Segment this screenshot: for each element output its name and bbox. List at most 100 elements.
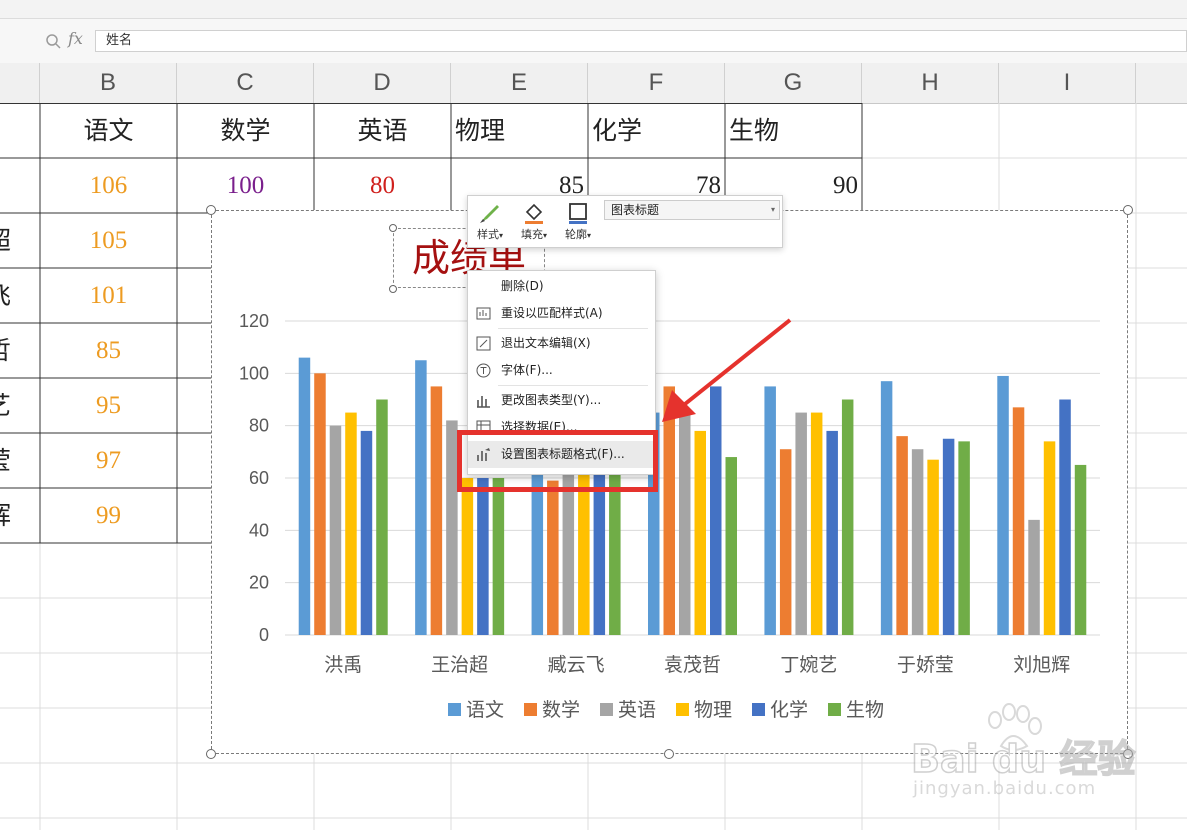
legend-label: 数学 <box>542 699 580 721</box>
bar <box>795 412 807 635</box>
column-header[interactable]: G <box>725 63 862 103</box>
name-cell-fragment[interactable]: 艺 <box>0 378 40 433</box>
bar <box>810 412 823 635</box>
fx-label: fx <box>68 29 83 48</box>
toolbar-strip <box>0 0 1187 19</box>
bar <box>1043 441 1056 635</box>
bar <box>1059 399 1071 635</box>
score-cell[interactable]: 97 <box>40 433 177 488</box>
y-tick-label: 60 <box>249 468 269 488</box>
legend-swatch <box>600 703 613 716</box>
x-tick-label: 王治超 <box>431 654 488 676</box>
name-cell-fragment[interactable]: 超 <box>0 213 40 268</box>
menu-item-exit-text-edit[interactable]: 退出文本编辑(X) <box>468 330 655 357</box>
bar <box>841 399 854 635</box>
menu-separator <box>498 385 648 386</box>
y-tick-label: 80 <box>249 416 269 436</box>
bar <box>477 478 489 635</box>
name-cell-fragment[interactable]: 哲 <box>0 323 40 378</box>
header-cell[interactable]: 化学 <box>592 103 725 158</box>
exit-edit-icon <box>476 336 491 351</box>
score-cell[interactable]: 80 <box>314 158 451 213</box>
outline-button[interactable]: 轮廓▾ <box>558 198 598 246</box>
column-header[interactable]: E <box>451 63 588 103</box>
title-handle[interactable] <box>389 224 397 232</box>
bar <box>1012 407 1025 635</box>
score-cell[interactable]: 105 <box>40 213 177 268</box>
y-tick-label: 0 <box>259 625 269 645</box>
name-cell-fragment[interactable]: 莹 <box>0 433 40 488</box>
bar <box>298 357 311 635</box>
menu-item-reset-style[interactable]: 重设以匹配样式(A) <box>468 300 655 327</box>
header-cell[interactable]: 生物 <box>729 103 862 158</box>
column-header[interactable]: H <box>862 63 999 103</box>
column-header[interactable]: C <box>177 63 314 103</box>
header-cell[interactable]: 语文 <box>40 103 177 158</box>
score-cell[interactable]: 95 <box>40 378 177 433</box>
x-tick-label: 于娇莹 <box>897 654 954 676</box>
bar <box>376 399 388 635</box>
bar <box>329 425 342 635</box>
menu-separator <box>498 328 648 329</box>
resize-handle[interactable] <box>206 749 216 759</box>
bar <box>911 449 924 635</box>
bar <box>345 412 357 635</box>
chart-type-icon <box>477 396 490 408</box>
formula-input[interactable]: 姓名 <box>95 30 1187 52</box>
score-cell[interactable]: 100 <box>177 158 314 213</box>
column-header[interactable]: F <box>588 63 725 103</box>
bar <box>461 478 474 635</box>
legend-swatch <box>676 703 689 716</box>
outline-icon <box>569 203 587 224</box>
style-label: 样式 <box>476 228 499 241</box>
name-cell-fragment[interactable]: 辉 <box>0 488 40 543</box>
outline-label: 轮廓 <box>564 228 587 241</box>
column-header-a[interactable] <box>0 63 40 103</box>
bar <box>446 420 458 635</box>
x-tick-label: 臧云飞 <box>548 654 605 676</box>
chart-plot: 0 20 40 60 80 100 120 洪禹 王治超 臧云飞 袁茂哲 丁婉艺 于娇莹 刘旭辉语文 数学 英… <box>239 311 1100 721</box>
style-button[interactable]: 样式▾ <box>470 198 510 246</box>
score-cell[interactable]: 106 <box>40 158 177 213</box>
header-cell[interactable]: 英语 <box>314 103 451 158</box>
score-cell[interactable]: 101 <box>40 268 177 323</box>
score-cell[interactable]: 99 <box>40 488 177 543</box>
header-cell[interactable]: 数学 <box>177 103 314 158</box>
column-header[interactable]: D <box>314 63 451 103</box>
annotation-arrow <box>662 318 792 422</box>
column-header[interactable]: I <box>999 63 1136 103</box>
name-cell-fragment[interactable]: 飞 <box>0 268 40 323</box>
y-tick-label: 20 <box>249 573 269 593</box>
menu-item-label: 字体(F)... <box>501 363 553 377</box>
x-tick-label: 袁茂哲 <box>664 654 721 676</box>
bar <box>826 430 838 635</box>
bar <box>314 373 326 635</box>
column-header[interactable]: B <box>40 63 177 103</box>
resize-handle[interactable] <box>1123 749 1133 759</box>
bar <box>360 430 373 635</box>
fill-button[interactable]: 填充▾ <box>514 198 554 246</box>
legend-swatch <box>828 703 841 716</box>
resize-handle[interactable] <box>664 749 674 759</box>
menu-item-label: 重设以匹配样式(A) <box>501 306 603 320</box>
bar <box>725 457 737 635</box>
zoom-icon[interactable] <box>45 33 61 49</box>
resize-handle[interactable] <box>206 205 216 215</box>
bar <box>679 412 691 635</box>
menu-item-change-chart-type[interactable]: 更改图表类型(Y)... <box>468 387 655 414</box>
score-cell[interactable]: 85 <box>40 323 177 378</box>
bar <box>997 375 1009 635</box>
legend-label: 物理 <box>694 699 732 721</box>
reset-style-icon <box>476 307 491 320</box>
chart-element-select[interactable]: 图表标题 ▾ <box>604 200 780 220</box>
menu-item-font[interactable]: 字体(F)... <box>468 357 655 384</box>
chart-area[interactable]: 0 20 40 60 80 100 120 洪禹 王治超 臧云飞 袁茂哲 丁婉艺 于娇莹 刘旭辉 语文 数学 英… <box>211 210 1128 754</box>
title-handle[interactable] <box>389 285 397 293</box>
menu-item-delete[interactable]: 删除(D) <box>468 273 655 300</box>
resize-handle[interactable] <box>1123 205 1133 215</box>
legend-swatch <box>448 703 461 716</box>
brush-icon <box>480 205 499 223</box>
bar <box>694 430 706 635</box>
header-cell[interactable]: 物理 <box>455 103 588 158</box>
font-icon <box>476 363 491 378</box>
